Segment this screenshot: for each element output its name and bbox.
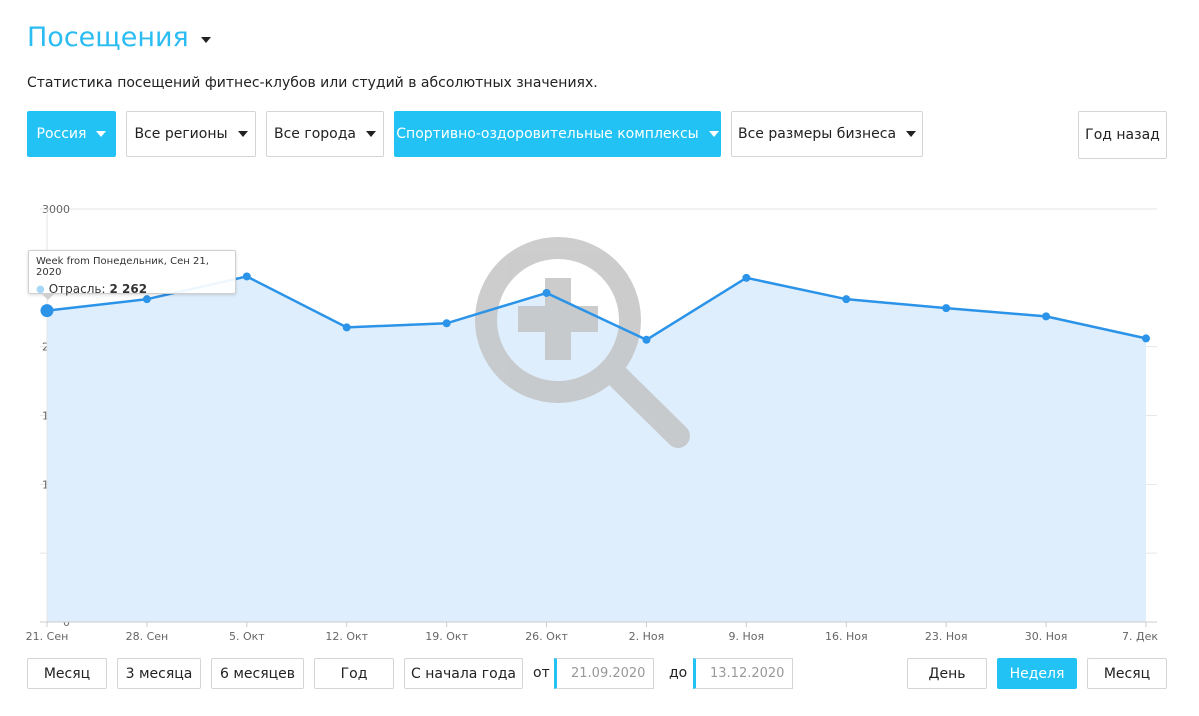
range-6-months-label: 6 месяцев <box>219 665 296 682</box>
tooltip-value: 2 262 <box>109 282 148 296</box>
data-point <box>342 323 351 332</box>
year-ago-button[interactable]: Год назад <box>1078 111 1167 159</box>
date-to-input[interactable] <box>693 658 793 689</box>
granularity-day-label: День <box>928 665 966 682</box>
data-point <box>442 319 451 328</box>
range-month-label: Месяц <box>43 665 91 682</box>
country-filter-label: Россия <box>36 126 87 142</box>
region-filter[interactable]: Все регионы <box>126 111 256 157</box>
x-tick-label: 28. Сен <box>126 630 169 643</box>
range-3-months-button[interactable]: 3 месяца <box>117 658 201 689</box>
date-from-label: от <box>533 665 550 681</box>
page-subtitle: Статистика посещений фитнес-клубов или с… <box>27 75 598 91</box>
date-from-input[interactable] <box>554 658 654 689</box>
caret-down-icon <box>366 131 376 137</box>
x-tick-label: 21. Сен <box>26 630 69 643</box>
x-tick-label: 2. Ноя <box>629 630 665 643</box>
tooltip-series-label: Отрасль: <box>48 282 106 296</box>
caret-down-icon <box>906 131 917 137</box>
x-tick-label: 12. Окт <box>325 630 368 643</box>
caret-down-icon <box>96 131 107 137</box>
granularity-week-label: Неделя <box>1009 665 1065 682</box>
x-tick-label: 7. Дек <box>1122 630 1158 643</box>
x-tick-label: 16. Ноя <box>825 630 868 643</box>
business-type-filter[interactable]: Спортивно-оздоровительные комплексы <box>394 111 721 157</box>
x-tick-label: 30. Ноя <box>1025 630 1068 643</box>
data-point <box>1142 334 1150 343</box>
caret-down-icon <box>708 131 719 137</box>
range-ytd-button[interactable]: С начала года <box>404 658 523 689</box>
x-tick-label: 5. Окт <box>229 630 265 643</box>
page-title-dropdown[interactable]: Посещения <box>27 22 211 53</box>
granularity-week-button[interactable]: Неделя <box>997 658 1077 689</box>
data-point <box>542 288 551 297</box>
year-ago-label: Год назад <box>1085 127 1160 143</box>
country-filter[interactable]: Россия <box>27 111 116 157</box>
city-filter[interactable]: Все города <box>266 111 384 157</box>
x-tick-label: 19. Окт <box>425 630 468 643</box>
series-dot-icon: ● <box>36 283 45 295</box>
data-point <box>842 295 851 304</box>
data-point <box>642 335 651 344</box>
x-tick-label: 9. Ноя <box>729 630 765 643</box>
tooltip-header: Week from Понедельник, Сен 21, 2020 <box>36 256 209 278</box>
caret-down-icon <box>200 36 211 43</box>
business-size-filter-label: Все размеры бизнеса <box>737 126 897 142</box>
date-to-label: до <box>669 665 688 681</box>
granularity-month-button[interactable]: Месяц <box>1087 658 1167 689</box>
data-point <box>40 304 54 318</box>
granularity-month-label: Месяц <box>1103 665 1151 682</box>
data-point <box>942 304 951 313</box>
page-title: Посещения <box>27 22 189 53</box>
city-filter-label: Все города <box>274 126 356 142</box>
caret-down-icon <box>237 131 248 137</box>
business-type-filter-label: Спортивно-оздоровительные комплексы <box>396 126 699 142</box>
range-ytd-label: С начала года <box>411 665 516 682</box>
bottom-controls: Месяц 3 месяца 6 месяцев Год С начала го… <box>0 658 1199 690</box>
data-point <box>142 295 151 304</box>
business-size-filter[interactable]: Все размеры бизнеса <box>731 111 923 157</box>
region-filter-label: Все регионы <box>134 126 228 142</box>
range-3-months-label: 3 месяца <box>125 665 193 682</box>
granularity-day-button[interactable]: День <box>907 658 987 689</box>
range-year-button[interactable]: Год <box>314 658 394 689</box>
range-year-label: Год <box>340 665 368 682</box>
data-point <box>742 273 751 282</box>
chart-tooltip: Week from Понедельник, Сен 21, 2020 ● От… <box>28 250 236 300</box>
data-point <box>1042 312 1051 321</box>
range-month-button[interactable]: Месяц <box>27 658 107 689</box>
range-6-months-button[interactable]: 6 месяцев <box>211 658 304 689</box>
x-tick-label: 26. Окт <box>525 630 568 643</box>
data-point <box>242 272 251 281</box>
x-tick-label: 23. Ноя <box>925 630 968 643</box>
y-tick-label: 3000 <box>42 203 70 216</box>
